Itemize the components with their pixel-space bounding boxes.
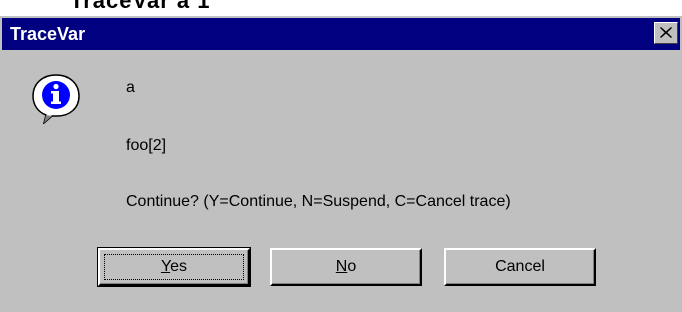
cancel-button-label: Cancel (495, 258, 545, 275)
close-icon (660, 27, 672, 38)
title-bar[interactable]: TraceVar (2, 18, 680, 50)
close-button[interactable] (654, 22, 678, 44)
dialog-title: TraceVar (10, 24, 86, 44)
background-title-fragment: TraceVar a 1 (70, 0, 211, 13)
message-variable-name: a (126, 79, 135, 96)
yes-button[interactable]: Yes (97, 247, 251, 287)
message-prompt: Continue? (Y=Continue, N=Suspend, C=Canc… (126, 193, 511, 210)
message-variable-element: foo[2] (126, 137, 167, 154)
screen: TraceVar a 1 TraceVar a foo[2] Continue?… (0, 0, 682, 312)
no-button-label: No (335, 258, 357, 275)
information-icon (32, 74, 80, 124)
no-button[interactable]: No (270, 248, 422, 286)
cancel-button[interactable]: Cancel (444, 248, 596, 286)
tracevar-dialog: TraceVar a foo[2] Continue? (Y=Continue,… (0, 16, 682, 312)
yes-button-label: Yes (160, 258, 188, 275)
